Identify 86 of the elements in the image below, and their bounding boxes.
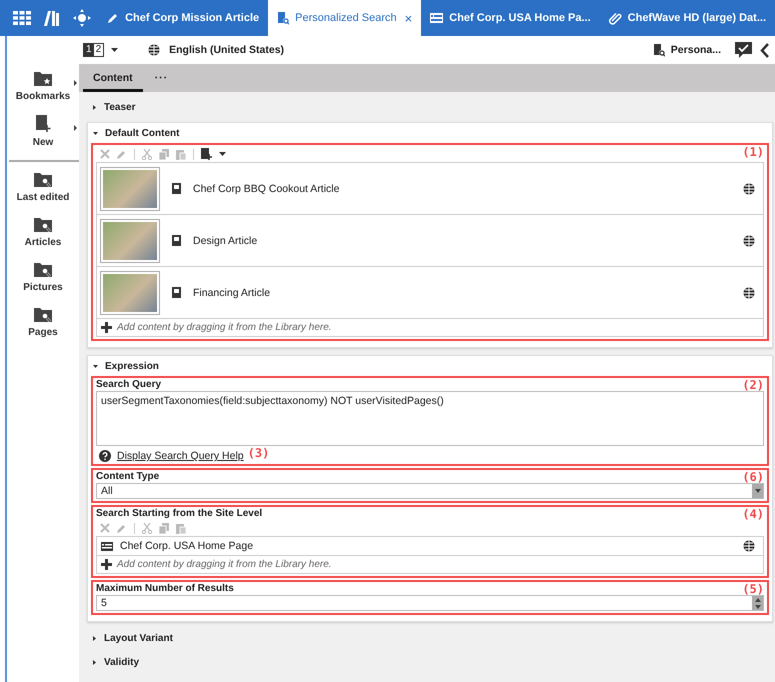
- caret-icon[interactable]: [219, 152, 226, 156]
- comment-check-icon[interactable]: [735, 42, 752, 58]
- photo-placeholder: [100, 166, 160, 210]
- annotation-label: (6): [742, 470, 764, 484]
- editor-tab[interactable]: Chef Corp. USA Home Pa...: [421, 0, 600, 36]
- annotation-label: (2): [742, 378, 764, 392]
- sidebar-item[interactable]: Articles: [7, 216, 79, 261]
- content-title: Chef Corp BBQ Cookout Article: [193, 182, 340, 194]
- document-search-icon: [652, 44, 665, 56]
- sidebar-item[interactable]: New: [7, 115, 79, 160]
- new-document-icon: [35, 115, 51, 133]
- caret-right-icon: [92, 660, 97, 664]
- sidebar-item[interactable]: Last edited: [7, 171, 79, 216]
- annotation-label: (1): [742, 145, 764, 159]
- plus-icon: [101, 559, 112, 570]
- section-header[interactable]: Teaser: [87, 98, 773, 116]
- folder-search-icon: [34, 171, 52, 188]
- field-label: Search Query: [96, 379, 162, 391]
- linked-content-row[interactable]: Chef Corp. USA Home Page: [97, 537, 763, 556]
- field-label: Maximum Number of Results: [96, 583, 234, 595]
- folder-search-icon: [34, 216, 52, 233]
- caret-down-icon: [93, 364, 98, 368]
- document-icon: [172, 183, 181, 194]
- sidebar-item[interactable]: Bookmarks: [7, 70, 79, 115]
- section-header[interactable]: Default Content: [88, 123, 772, 143]
- drop-hint: Add content by dragging it from the Library here.: [117, 559, 332, 570]
- photo-placeholder: [100, 218, 160, 262]
- photo-placeholder: [100, 270, 160, 314]
- caret-right-icon: [92, 636, 97, 640]
- plus-icon: [101, 322, 112, 333]
- globe-icon: [743, 182, 755, 194]
- number-field[interactable]: 5: [96, 595, 764, 611]
- paperclip-icon: [608, 12, 622, 24]
- section-header[interactable]: Expression: [88, 356, 772, 376]
- editor-tab[interactable]: Chef Corp Mission Article: [98, 0, 268, 36]
- linked-content-row[interactable]: Financing Article: [97, 267, 763, 319]
- chevron-left-icon[interactable]: [760, 42, 769, 58]
- sidebar-item[interactable]: Pictures: [7, 261, 79, 306]
- annotation-label: (5): [742, 582, 764, 596]
- annotation-label: (4): [742, 507, 764, 521]
- page-icon: [430, 13, 444, 23]
- drop-hint: Add content by dragging it from the Library here.: [117, 322, 332, 333]
- content-title: Chef Corp. USA Home Page: [120, 540, 254, 552]
- content-title: Financing Article: [193, 286, 272, 298]
- query-field[interactable]: userSegmentTaxonomies(field:subjecttaxonomy) NOT userVisitedPages(): [96, 391, 764, 446]
- folder-search-icon: [34, 306, 52, 323]
- new-document-icon[interactable]: [201, 148, 212, 160]
- page-icon: [101, 542, 113, 550]
- pencil-icon: [107, 12, 120, 24]
- globe-icon: [743, 234, 755, 246]
- field-label: Search Starting from the Site Level: [96, 508, 262, 520]
- folder-search-icon: [34, 261, 52, 278]
- linked-content-row[interactable]: Chef Corp BBQ Cookout Article: [97, 163, 763, 215]
- sidebar-item[interactable]: Pages: [7, 306, 79, 351]
- view-option[interactable]: 2: [94, 44, 104, 56]
- document-label[interactable]: Persona...: [670, 44, 721, 56]
- field-label: Content Type: [96, 471, 160, 483]
- dropdown-field[interactable]: All: [96, 483, 764, 499]
- linked-content-row[interactable]: Design Article: [97, 215, 763, 267]
- app-grid-icon[interactable]: [13, 11, 32, 25]
- help-link[interactable]: Display Search Query Help: [117, 450, 244, 462]
- close-tab-button[interactable]: ×: [404, 10, 412, 26]
- more-tabs-button[interactable]: ···: [142, 64, 180, 92]
- globe-icon: [743, 540, 755, 552]
- caret-icon[interactable]: [111, 48, 118, 52]
- spinner-arrows-icon[interactable]: [754, 598, 760, 608]
- view-option[interactable]: 1: [84, 44, 94, 56]
- books-icon[interactable]: [42, 10, 59, 26]
- editor-tab[interactable]: ChefWave HD (large) Dat...: [600, 0, 775, 36]
- document-icon: [172, 287, 181, 298]
- help-icon[interactable]: [99, 450, 111, 462]
- document-icon: [172, 235, 181, 246]
- caret-down-icon[interactable]: [754, 489, 760, 493]
- globe-icon: [148, 44, 160, 56]
- star-folder-icon: [34, 70, 52, 87]
- locale-label: English (United States): [169, 44, 284, 56]
- section-header[interactable]: Validity: [87, 653, 773, 671]
- content-title: Design Article: [193, 234, 258, 246]
- crosshair-icon[interactable]: [72, 9, 91, 27]
- section-header[interactable]: Layout Variant: [87, 629, 773, 647]
- annotation-label: (3): [248, 446, 270, 460]
- editor-tab[interactable]: Personalized Search ×: [268, 0, 422, 36]
- caret-down-icon: [93, 130, 98, 136]
- globe-icon: [743, 286, 755, 298]
- document-search-icon: [277, 12, 290, 24]
- caret-right-icon: [92, 104, 97, 110]
